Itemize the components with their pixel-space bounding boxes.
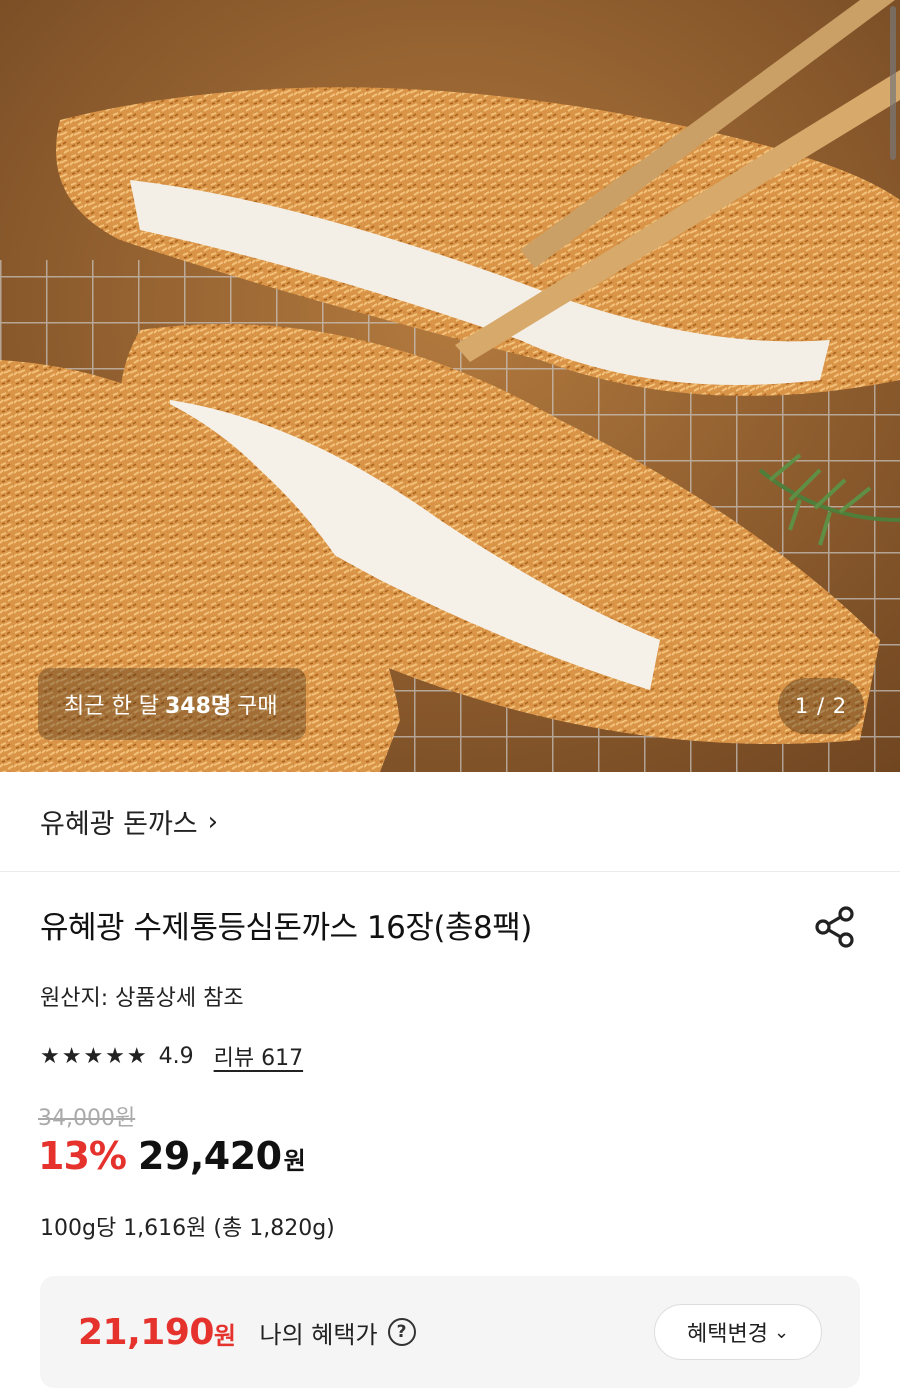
review-link[interactable]: 리뷰 617 bbox=[214, 1040, 303, 1072]
brand-name: 유혜광 돈까스 bbox=[40, 809, 198, 840]
scrollbar[interactable] bbox=[890, 6, 896, 160]
chevron-down-icon: ⌄ bbox=[773, 1321, 790, 1343]
benefit-price-box: 21,190원 나의 혜택가 ? 혜택변경 ⌄ bbox=[40, 1276, 860, 1388]
product-photo bbox=[0, 0, 900, 772]
change-benefit-label: 혜택변경 bbox=[686, 1322, 768, 1347]
share-icon[interactable] bbox=[812, 904, 858, 950]
rating-row: ★★★★★ 4.9 리뷰 617 bbox=[40, 1040, 303, 1072]
benefit-label: 나의 혜택가 bbox=[259, 1320, 378, 1349]
origin-info: 원산지: 상품상세 참조 bbox=[40, 986, 244, 1011]
benefit-price-value: 21,190 bbox=[78, 1311, 214, 1353]
sale-price: 29,420 bbox=[137, 1134, 282, 1178]
benefit-price: 21,190원 bbox=[78, 1312, 236, 1353]
product-image-carousel[interactable]: 최근 한 달 348명 구매 1 / 2 bbox=[0, 0, 900, 772]
image-pager: 1 / 2 bbox=[778, 678, 864, 734]
purchase-suffix: 구매 bbox=[237, 694, 278, 719]
purchase-prefix: 최근 한 달 bbox=[64, 694, 159, 719]
price-row: 13% 29,420 원 bbox=[38, 1134, 306, 1178]
original-price: 34,000원 bbox=[38, 1106, 136, 1131]
recent-purchase-badge: 최근 한 달 348명 구매 bbox=[38, 668, 306, 740]
brand-link[interactable]: 유혜광 돈까스 › bbox=[0, 772, 900, 872]
unit-price: 100g당 1,616원 (총 1,820g) bbox=[40, 1216, 335, 1241]
change-benefit-button[interactable]: 혜택변경 ⌄ bbox=[654, 1304, 822, 1360]
chevron-right-icon: › bbox=[207, 806, 219, 837]
star-rating-icon: ★★★★★ bbox=[40, 1043, 149, 1069]
rating-value: 4.9 bbox=[158, 1043, 194, 1069]
purchase-count: 348명 bbox=[164, 694, 232, 719]
discount-rate: 13% bbox=[38, 1134, 127, 1178]
sale-price-unit: 원 bbox=[283, 1147, 306, 1175]
benefit-price-unit: 원 bbox=[213, 1321, 236, 1350]
help-icon[interactable]: ? bbox=[387, 1318, 416, 1346]
product-title: 유혜광 수제통등심돈까스 16장(총8팩) bbox=[40, 910, 532, 946]
